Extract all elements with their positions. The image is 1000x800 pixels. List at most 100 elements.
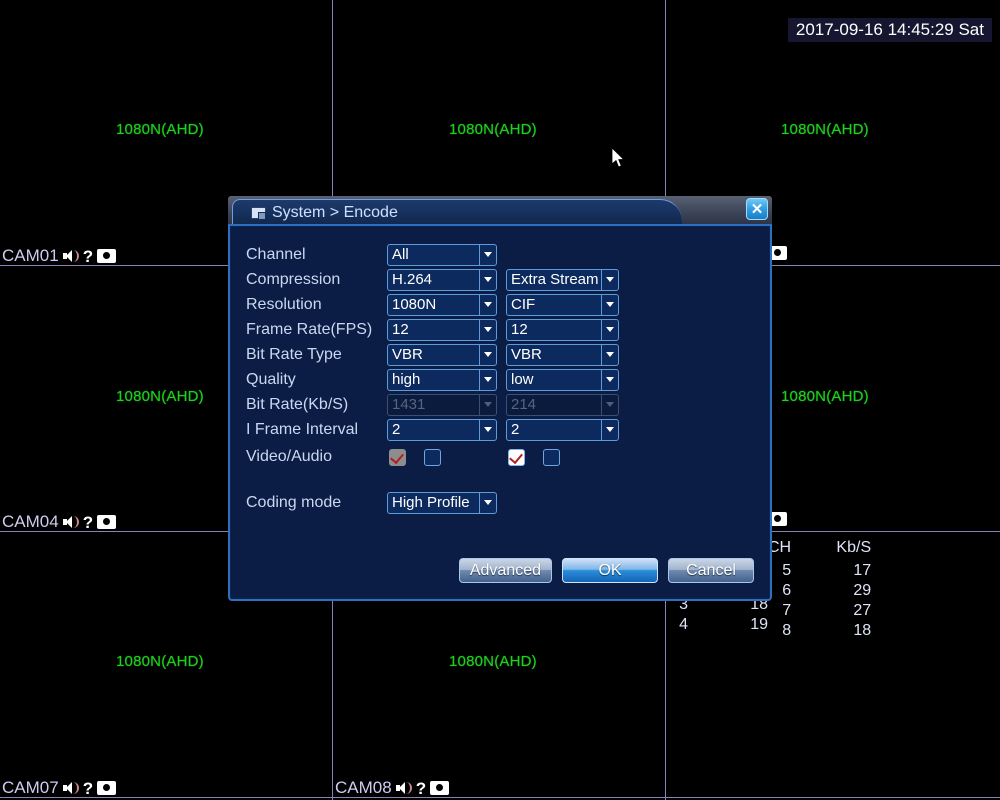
stats-header-rate: Kb/S bbox=[836, 539, 872, 556]
form-row-bit-rate: Bit Rate(Kb/S) 1431 214 bbox=[246, 392, 758, 417]
cell-resolution-label: 1080N(AHD) bbox=[449, 121, 537, 138]
chevron-down-icon[interactable] bbox=[601, 294, 618, 315]
select-i-frame-interval-main[interactable]: 2 bbox=[387, 418, 497, 441]
advanced-button[interactable]: Advanced bbox=[458, 558, 552, 583]
camera-name: CAM01 bbox=[2, 246, 59, 265]
label-video-audio: Video/Audio bbox=[246, 448, 332, 465]
select-bit-rate-type-extra[interactable]: VBR bbox=[506, 343, 619, 366]
chevron-down-icon[interactable] bbox=[601, 269, 618, 290]
speaker-icon bbox=[62, 781, 79, 795]
select-frame-rate-extra[interactable]: 12 bbox=[506, 318, 619, 341]
stats-header-ch: CH bbox=[768, 539, 792, 556]
chevron-down-icon[interactable] bbox=[479, 244, 496, 265]
table-row: 5 17 bbox=[768, 561, 871, 581]
select-compression-main-value: H.264 bbox=[392, 271, 433, 288]
cancel-button[interactable]: Cancel bbox=[668, 558, 754, 583]
label-frame-rate: Frame Rate(FPS) bbox=[246, 320, 373, 338]
chevron-down-icon[interactable] bbox=[479, 492, 496, 513]
form-row-frame-rate: Frame Rate(FPS) 12 12 bbox=[246, 317, 758, 342]
select-frame-rate-main[interactable]: 12 bbox=[387, 318, 497, 341]
table-header-row: CH Kb/S bbox=[768, 538, 871, 561]
stats-ch: 7 bbox=[782, 602, 792, 619]
select-quality-extra-value: low bbox=[511, 371, 534, 388]
form-row-compression: Compression H.264 Extra Stream bbox=[246, 267, 758, 292]
label-resolution: Resolution bbox=[246, 295, 322, 313]
ok-button[interactable]: OK bbox=[562, 558, 658, 583]
select-coding-mode[interactable]: High Profile bbox=[387, 491, 497, 514]
select-resolution-main-value: 1080N bbox=[392, 296, 437, 313]
chevron-down-icon[interactable] bbox=[479, 369, 496, 390]
chevron-down-icon[interactable] bbox=[479, 269, 496, 290]
select-i-frame-interval-extra-value: 2 bbox=[511, 421, 520, 438]
label-channel: Channel bbox=[246, 245, 306, 263]
extra-stream-checkboxes bbox=[506, 448, 560, 466]
cell-resolution-label: 1080N(AHD) bbox=[116, 653, 204, 670]
form-row-video-audio: Video/Audio bbox=[246, 442, 758, 472]
select-i-frame-interval-main-value: 2 bbox=[392, 421, 401, 438]
chevron-down-icon[interactable] bbox=[479, 344, 496, 365]
speaker-icon bbox=[62, 249, 79, 263]
camera-name: CAM04 bbox=[2, 512, 59, 531]
select-resolution-extra[interactable]: CIF bbox=[506, 293, 619, 316]
chevron-down-icon bbox=[479, 394, 496, 415]
camera-icon bbox=[97, 781, 117, 795]
select-i-frame-interval-extra[interactable]: 2 bbox=[506, 418, 619, 441]
dialog-titlebar: System > Encode ✕ bbox=[228, 196, 772, 226]
select-channel[interactable]: All bbox=[387, 243, 497, 266]
select-coding-mode-value: High Profile bbox=[392, 494, 470, 511]
form-row-i-frame-interval: I Frame Interval 2 2 bbox=[246, 417, 758, 442]
table-row: 6 29 bbox=[768, 581, 871, 601]
chevron-down-icon[interactable] bbox=[601, 344, 618, 365]
chevron-down-icon[interactable] bbox=[601, 419, 618, 440]
table-row: 7 27 bbox=[768, 601, 871, 621]
stats-ch: 4 bbox=[679, 616, 688, 633]
stats-ch: 5 bbox=[782, 562, 792, 579]
label-i-frame-interval: I Frame Interval bbox=[246, 420, 359, 438]
stats-rate: 29 bbox=[853, 582, 872, 599]
chevron-down-icon[interactable] bbox=[601, 319, 618, 340]
bitrate-stats-panel-partial: 3 18 4 19 bbox=[676, 595, 768, 635]
table-row: 4 19 bbox=[676, 615, 768, 635]
chevron-down-icon bbox=[601, 394, 618, 415]
select-resolution-main[interactable]: 1080N bbox=[387, 293, 497, 316]
camera-label-cam08: CAM08 ? bbox=[335, 778, 450, 798]
speaker-icon bbox=[395, 781, 412, 795]
select-compression-main[interactable]: H.264 bbox=[387, 268, 497, 291]
select-quality-extra[interactable]: low bbox=[506, 368, 619, 391]
label-bit-rate-type: Bit Rate Type bbox=[246, 345, 342, 363]
form-row-bit-rate-type: Bit Rate Type VBR VBR bbox=[246, 342, 758, 367]
select-bit-rate-type-main[interactable]: VBR bbox=[387, 343, 497, 366]
bitrate-stats-panel: CH Kb/S 5 17 6 29 7 27 8 18 bbox=[768, 538, 871, 641]
form-row-coding-mode: Coding mode High Profile bbox=[246, 490, 758, 515]
question-mark-icon: ? bbox=[82, 512, 94, 532]
checkbox-extra-video[interactable] bbox=[508, 448, 525, 466]
select-bit-rate-type-main-value: VBR bbox=[392, 346, 423, 363]
question-mark-icon: ? bbox=[82, 778, 94, 798]
select-stream-type[interactable]: Extra Stream bbox=[506, 268, 619, 291]
cell-resolution-label: 1080N(AHD) bbox=[449, 653, 537, 670]
encode-form: Channel All Compression H.264 Extra Stre… bbox=[246, 242, 758, 515]
select-bit-rate-main: 1431 bbox=[387, 393, 497, 416]
grid-divider-horizontal bbox=[0, 797, 1000, 798]
dialog-button-bar: Advanced OK Cancel bbox=[230, 558, 754, 583]
camera-icon bbox=[97, 249, 117, 263]
cell-resolution-label: 1080N(AHD) bbox=[116, 388, 204, 405]
select-frame-rate-extra-value: 12 bbox=[511, 321, 528, 338]
camera-label-cam04: CAM04 ? bbox=[2, 512, 117, 532]
checkbox-main-audio[interactable] bbox=[424, 448, 441, 466]
close-icon[interactable]: ✕ bbox=[746, 198, 768, 220]
chevron-down-icon[interactable] bbox=[479, 319, 496, 340]
bitrate-stats-table: CH Kb/S 5 17 6 29 7 27 8 18 bbox=[768, 538, 871, 641]
form-row-quality: Quality high low bbox=[246, 367, 758, 392]
chevron-down-icon[interactable] bbox=[479, 294, 496, 315]
label-quality: Quality bbox=[246, 370, 296, 388]
select-channel-value: All bbox=[392, 246, 409, 263]
dialog-title: System > Encode bbox=[272, 204, 398, 221]
select-bit-rate-main-value: 1431 bbox=[392, 396, 426, 413]
checkbox-extra-audio[interactable] bbox=[543, 448, 560, 466]
select-quality-main[interactable]: high bbox=[387, 368, 497, 391]
chevron-down-icon[interactable] bbox=[601, 369, 618, 390]
label-coding-mode: Coding mode bbox=[246, 493, 342, 511]
chevron-down-icon[interactable] bbox=[479, 419, 496, 440]
mouse-cursor bbox=[612, 148, 625, 168]
